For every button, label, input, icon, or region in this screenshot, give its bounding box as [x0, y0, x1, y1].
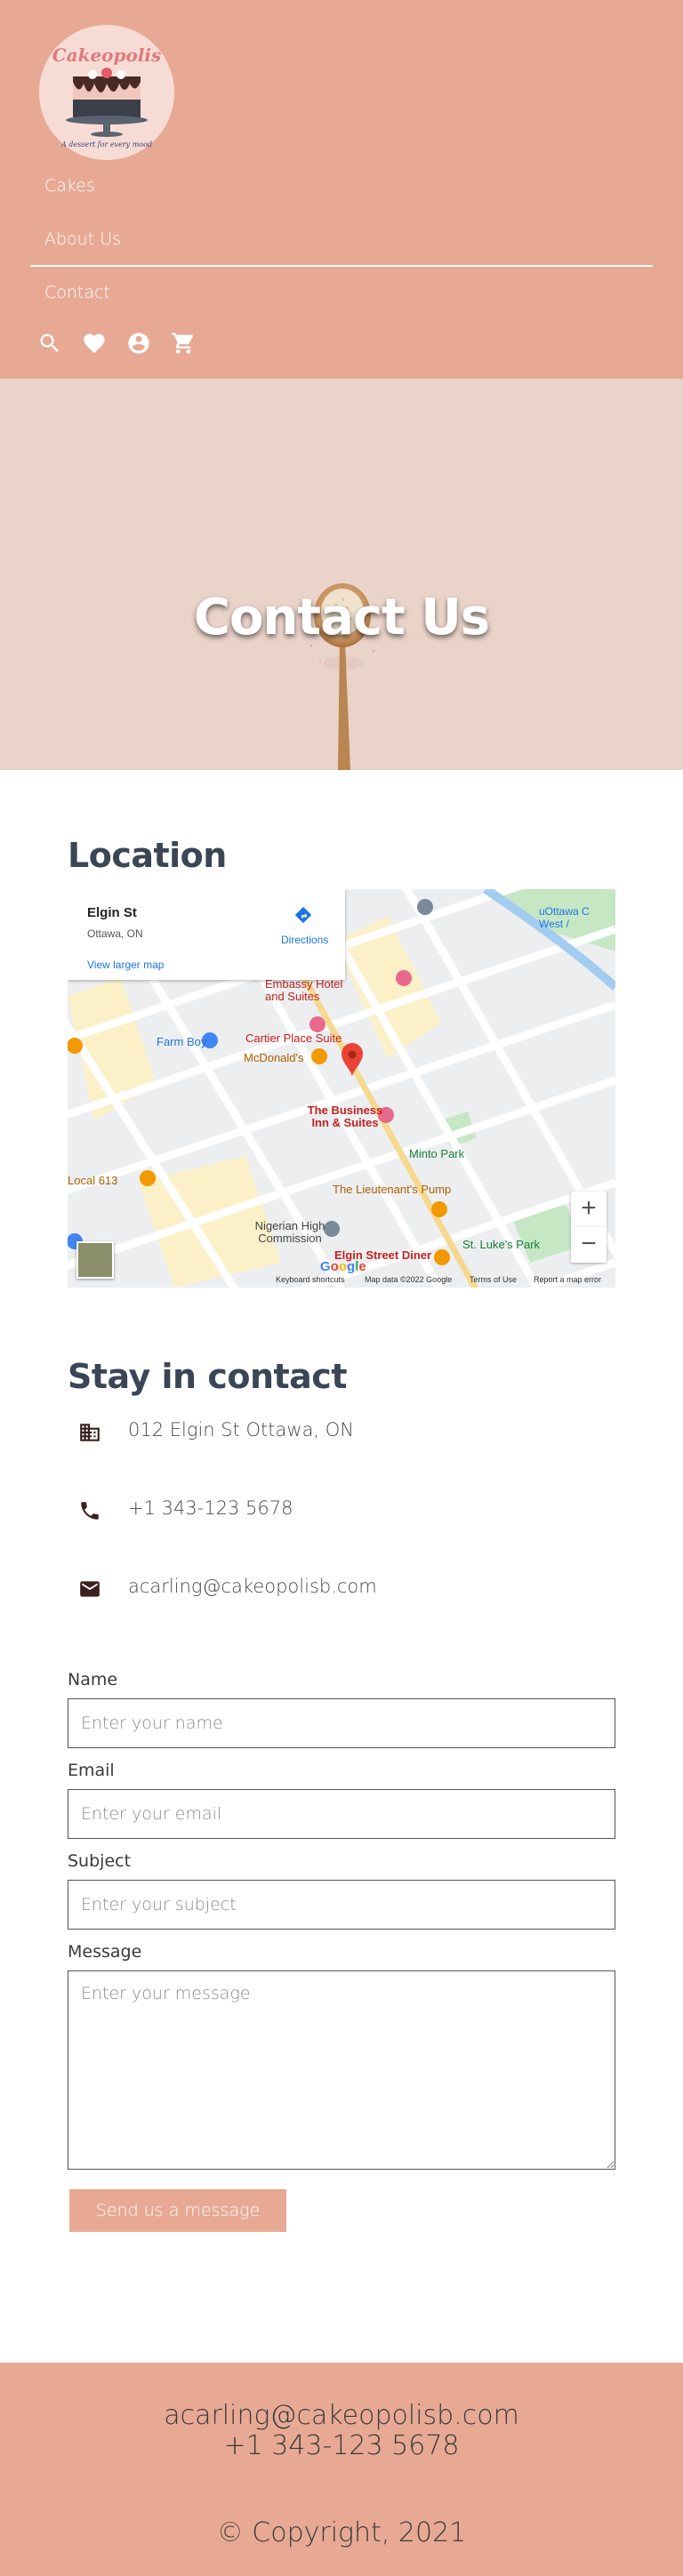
directions-icon[interactable] [293, 905, 313, 925]
logo-wordmark: Cakeopolis [52, 44, 162, 66]
map-label-nigerian-high-commission[interactable]: Nigerian High Commission [245, 1220, 334, 1245]
search-icon[interactable] [37, 331, 62, 356]
contact-heading: Stay in contact [68, 1357, 348, 1396]
map-label-farm-boy[interactable]: Farm Boy [157, 1035, 206, 1048]
keyboard-shortcuts-link[interactable]: Keyboard shortcuts [276, 1275, 345, 1284]
map-label-lieutenants-pump[interactable]: The Lieutenant's Pump [333, 1183, 451, 1196]
map-label-embassy-hotel[interactable]: Embassy Hotel and Suites [265, 978, 363, 1003]
building-icon [78, 1421, 101, 1444]
footer-phone[interactable]: +1 343-123 5678 [0, 2430, 683, 2461]
site-footer: acarling@cakeopolisb.com +1 343-123 5678… [0, 2363, 683, 2576]
zoom-out-button[interactable]: − [571, 1227, 607, 1263]
map-label-uottawa[interactable]: uOttawa C West / [539, 905, 615, 930]
map-label-local-613[interactable]: Local 613 [68, 1174, 117, 1187]
footer-copyright: © Copyright, 2021 [216, 2517, 467, 2548]
mail-icon [78, 1577, 101, 1601]
phone-icon [78, 1499, 101, 1522]
report-map-error-link[interactable]: Report a map error [534, 1275, 601, 1284]
map-info-card: Elgin St Ottawa, ON View larger map Dire… [68, 889, 345, 980]
email-input[interactable] [68, 1789, 615, 1839]
map-data-credit: Map data ©2022 Google [365, 1275, 453, 1284]
name-input[interactable] [68, 1698, 615, 1748]
account-icon[interactable] [126, 331, 151, 356]
name-label: Name [68, 1670, 118, 1689]
hero-banner: Contact Us [0, 379, 683, 770]
nav-divider [30, 265, 653, 267]
map-place-name: Elgin St [87, 905, 137, 920]
footer-email[interactable]: acarling@cakeopolisb.com [0, 2400, 683, 2431]
map-label-st-lukes-park[interactable]: St. Luke's Park [462, 1238, 540, 1251]
location-heading: Location [68, 836, 227, 875]
contact-address: 012 Elgin St Ottawa, ON [128, 1419, 355, 1440]
google-logo: Google [320, 1259, 366, 1274]
map-label-business-inn[interactable]: The Business Inn & Suites [301, 1104, 390, 1129]
site-header: Cakeopolis A dessert for every mood Cake… [0, 0, 683, 379]
email-label: Email [68, 1761, 115, 1780]
message-textarea[interactable] [68, 1970, 615, 2170]
spoon-image [306, 583, 375, 770]
nav-contact[interactable]: Contact [44, 283, 110, 302]
terms-of-use-link[interactable]: Terms of Use [470, 1275, 517, 1284]
satellite-toggle[interactable] [76, 1241, 114, 1279]
map-label-cartier[interactable]: Cartier Place Suite [245, 1031, 342, 1045]
send-message-button[interactable]: Send us a message [69, 2189, 286, 2232]
view-larger-map-link[interactable]: View larger map [87, 959, 164, 971]
logo-tagline: A dessert for every mood [60, 140, 153, 148]
map-place-address: Ottawa, ON [87, 927, 143, 940]
directions-link[interactable]: Directions [281, 934, 328, 946]
page-title: Contact Us [193, 589, 490, 646]
embedded-map[interactable]: Cartier Place Suite Farm Boy McDonald's … [68, 889, 615, 1288]
nav-about-us[interactable]: About Us [44, 229, 121, 249]
map-label-mcdonalds[interactable]: McDonald's [244, 1051, 304, 1064]
nav-cakes[interactable]: Cakes [44, 176, 95, 196]
cart-icon[interactable] [171, 331, 196, 356]
contact-email[interactable]: acarling@cakeopolisb.com [128, 1576, 377, 1597]
map-label-minto-park[interactable]: Minto Park [409, 1147, 464, 1160]
logo[interactable]: Cakeopolis A dessert for every mood [39, 25, 174, 160]
zoom-in-button[interactable]: + [571, 1192, 607, 1227]
subject-label: Subject [68, 1851, 132, 1871]
contact-phone[interactable]: +1 343-123 5678 [128, 1497, 293, 1519]
subject-input[interactable] [68, 1880, 615, 1930]
heart-icon[interactable] [82, 331, 107, 356]
message-label: Message [68, 1942, 142, 1962]
